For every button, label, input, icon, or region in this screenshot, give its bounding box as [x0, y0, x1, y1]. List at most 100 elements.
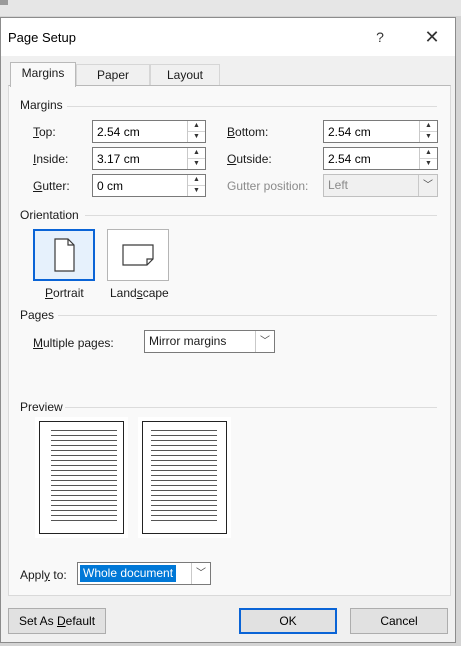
apply-to-value: Whole document	[80, 565, 177, 582]
gutter-label: Gutter:	[33, 179, 70, 193]
preview-right-page-content	[142, 421, 227, 534]
preview-text-line	[151, 475, 217, 476]
outside-label: Outside:	[227, 152, 272, 166]
multiple-pages-value: Mirror margins	[149, 334, 227, 348]
preview-text-line	[151, 485, 217, 486]
top-margin-input[interactable]	[93, 121, 185, 142]
preview-left-page-content	[39, 421, 124, 534]
orientation-section-title: Orientation	[20, 208, 79, 222]
preview-text-line	[51, 505, 117, 506]
preview-text-line	[51, 430, 117, 431]
preview-text-line	[51, 445, 117, 446]
inside-margin-spinner[interactable]: ▲▼	[92, 147, 206, 170]
preview-text-line	[51, 475, 117, 476]
gutter-position-label: Gutter position:	[227, 179, 309, 193]
set-as-default-button[interactable]: Set As Default	[8, 608, 106, 634]
inside-label: Inside:	[33, 152, 69, 166]
preview-text-line	[151, 520, 217, 521]
preview-divider	[65, 407, 437, 408]
question-mark-icon: ?	[376, 29, 384, 45]
preview-text-line	[151, 470, 217, 471]
inside-margin-input[interactable]	[93, 148, 185, 169]
ok-button[interactable]: OK	[239, 608, 337, 634]
margins-divider	[67, 106, 437, 107]
preview-text-line	[151, 445, 217, 446]
help-button[interactable]: ?	[365, 25, 395, 49]
spin-arrows-icon[interactable]: ▲ ▼	[187, 148, 205, 169]
chevron-down-icon: ﹀	[418, 175, 437, 196]
close-button[interactable]: ✕	[417, 25, 447, 49]
preview-text-line	[151, 440, 217, 441]
page-setup-dialog: Page Setup ? ✕ Margins Paper Layout Marg…	[0, 17, 456, 643]
chevron-down-icon: ﹀	[191, 563, 210, 584]
landscape-page-icon	[122, 244, 154, 266]
preview-right-page	[138, 417, 231, 538]
preview-text-line	[151, 450, 217, 451]
pages-section-title: Pages	[20, 308, 55, 322]
outside-margin-spinner[interactable]: ▲▼	[323, 147, 438, 170]
gutter-input[interactable]	[93, 175, 185, 196]
top-margin-spinner[interactable]: ▲▼	[92, 120, 206, 143]
preview-text-line	[151, 510, 217, 511]
gutter-position-select[interactable]: Left ﹀	[323, 174, 438, 197]
preview-text-line	[51, 500, 117, 501]
preview-text-line	[151, 515, 217, 516]
apply-to-label: Apply to:	[20, 568, 67, 582]
multiple-pages-select[interactable]: Mirror margins ﹀	[144, 330, 275, 353]
preview-text-line	[51, 520, 117, 521]
preview-text-line	[51, 480, 117, 481]
preview-text-line	[51, 495, 117, 496]
preview-text-line	[151, 480, 217, 481]
portrait-label: Portrait	[45, 286, 84, 300]
preview-text-line	[151, 455, 217, 456]
preview-text-line	[51, 490, 117, 491]
gutter-position-value: Left	[328, 178, 349, 192]
gutter-spinner[interactable]: ▲▼	[92, 174, 206, 197]
preview-text-line	[51, 465, 117, 466]
top-label: Top:	[33, 125, 56, 139]
preview-text-line	[51, 455, 117, 456]
spin-arrows-icon[interactable]: ▲ ▼	[419, 148, 437, 169]
preview-text-line	[151, 465, 217, 466]
preview-text-line	[151, 495, 217, 496]
preview-text-line	[51, 460, 117, 461]
preview-text-line	[51, 515, 117, 516]
margins-section-title: Margins	[20, 98, 63, 112]
preview-text-line	[51, 440, 117, 441]
preview-text-line	[51, 510, 117, 511]
cancel-button[interactable]: Cancel	[350, 608, 448, 634]
pages-divider	[58, 315, 437, 316]
preview-section-title: Preview	[20, 400, 63, 414]
preview-text-line	[151, 490, 217, 491]
preview-text-line	[151, 430, 217, 431]
landscape-button[interactable]	[107, 229, 169, 281]
bottom-margin-spinner[interactable]: ▲▼	[323, 120, 438, 143]
chevron-down-icon: ﹀	[255, 331, 274, 352]
close-icon: ✕	[424, 27, 440, 47]
preview-text-line	[51, 470, 117, 471]
landscape-label: Landscape	[110, 286, 169, 300]
tab-layout[interactable]: Layout	[150, 64, 220, 87]
multiple-pages-label: Multiple pages:	[33, 336, 114, 350]
preview-text-line	[51, 450, 117, 451]
outside-margin-input[interactable]	[324, 148, 416, 169]
portrait-page-icon	[54, 238, 75, 272]
preview-left-page	[35, 417, 128, 538]
preview-text-line	[151, 500, 217, 501]
orientation-divider	[85, 215, 437, 216]
dialog-title: Page Setup	[8, 30, 76, 45]
bottom-label: Bottom:	[227, 125, 269, 139]
tab-margins[interactable]: Margins	[10, 62, 76, 87]
spin-arrows-icon[interactable]: ▲ ▼	[187, 175, 205, 196]
preview-text-line	[51, 485, 117, 486]
title-bar: Page Setup ? ✕	[1, 18, 455, 56]
bottom-margin-input[interactable]	[324, 121, 416, 142]
preview-text-line	[151, 435, 217, 436]
portrait-button[interactable]	[33, 229, 95, 281]
spin-arrows-icon[interactable]: ▲ ▼	[419, 121, 437, 142]
background-window-mark	[0, 0, 8, 5]
spin-arrows-icon[interactable]: ▲ ▼	[187, 121, 205, 142]
apply-to-select[interactable]: Whole document ﹀	[77, 562, 211, 585]
tab-paper[interactable]: Paper	[76, 64, 150, 87]
preview-text-line	[151, 460, 217, 461]
